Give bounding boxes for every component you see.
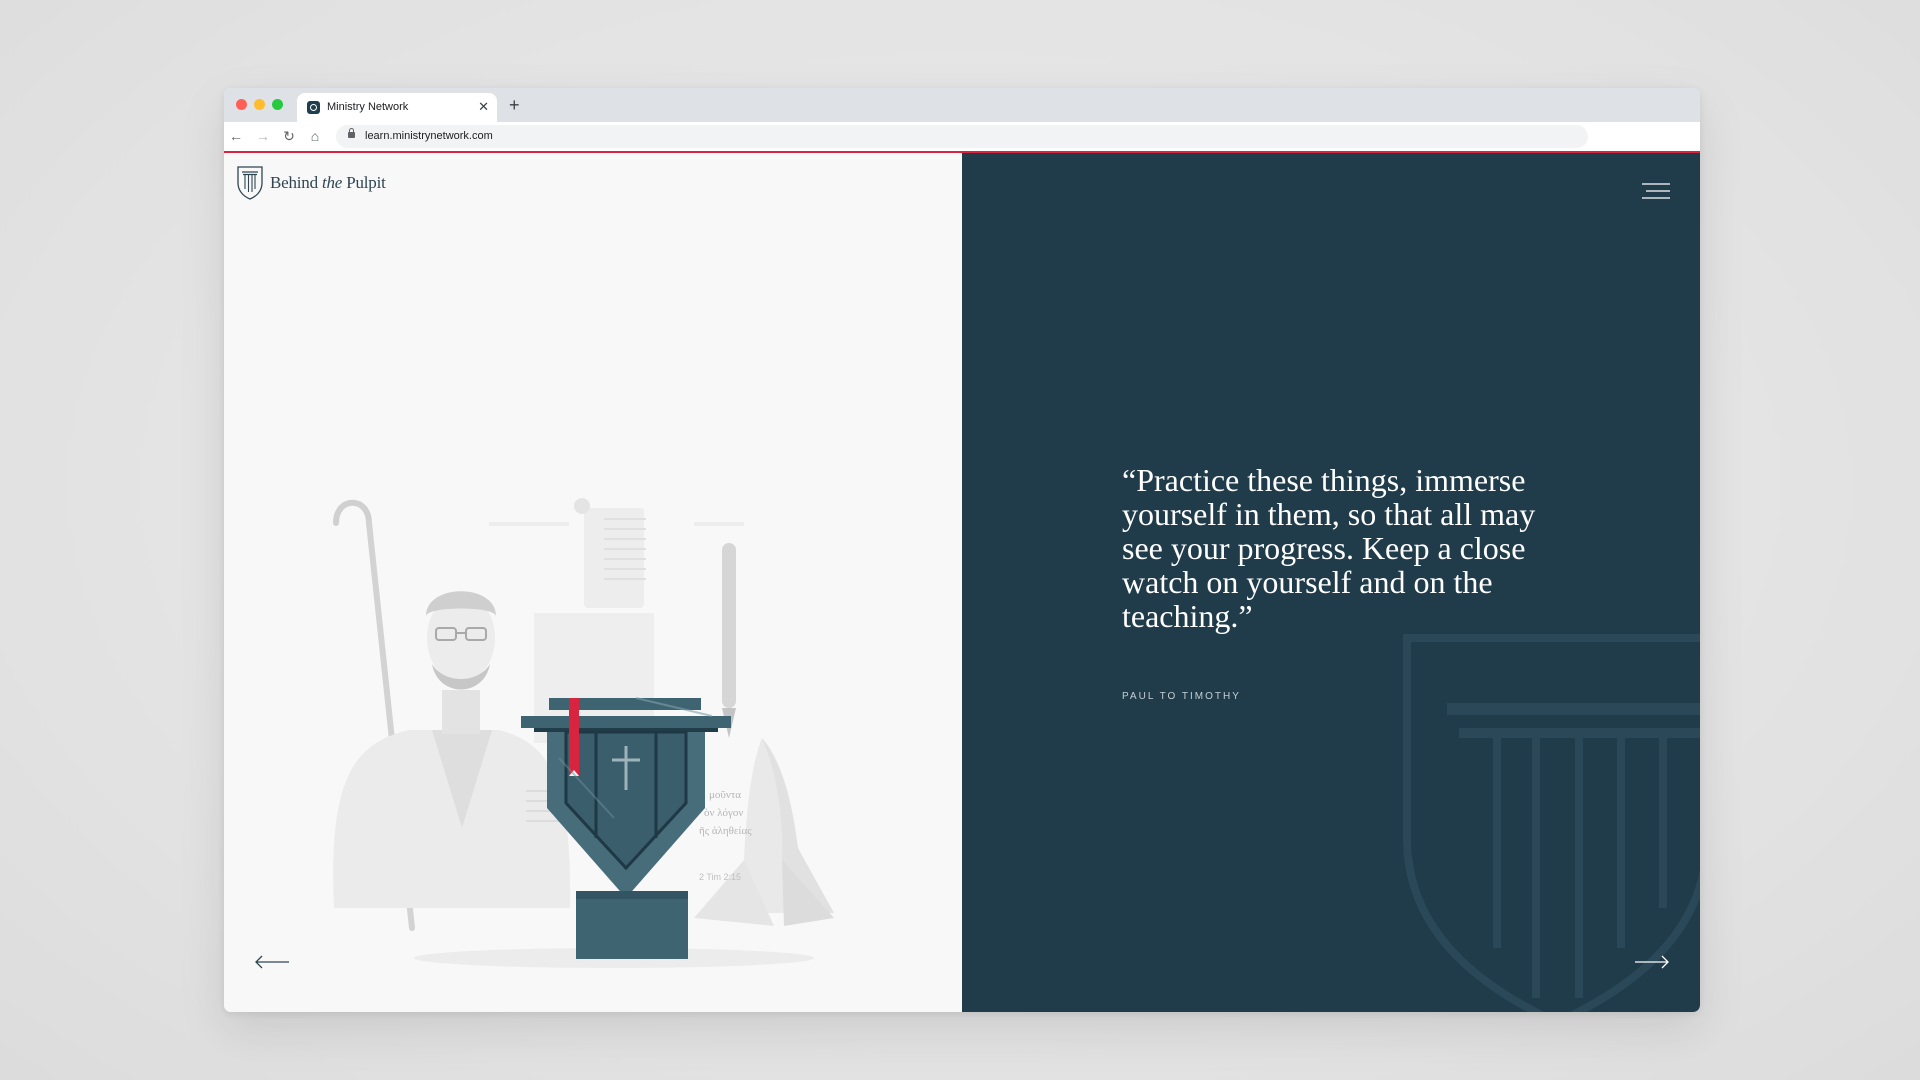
lock-icon[interactable]: [348, 128, 355, 138]
tab-bar: Ministry Network ✕ +: [224, 88, 1700, 122]
url-text[interactable]: learn.ministrynetwork.com: [365, 130, 493, 142]
pulpit-illustration: μοῦντα ὸν λόγον ῆς ἀληθείας 2 Tim 2:15: [333, 498, 834, 968]
favicon-icon: [307, 101, 320, 114]
quote-text: “Practice these things, immerse yourself…: [1122, 462, 1536, 634]
logo-text: Behind the Pulpit: [270, 173, 386, 192]
hamburger-menu-icon[interactable]: [1642, 183, 1670, 199]
browser-toolbar: ← → ↻ ⌂ learn.ministrynetwork.com: [224, 122, 1700, 152]
quote-attribution: PAUL TO TIMOTHY: [1122, 691, 1241, 702]
greek-text-line-3: ῆς ἀληθείας: [699, 825, 752, 837]
tab-title: Ministry Network: [327, 101, 409, 113]
back-icon[interactable]: ←: [228, 128, 244, 144]
fountain-pen-icon: [722, 543, 736, 738]
reload-icon[interactable]: ↻: [281, 128, 297, 144]
previous-arrow-icon[interactable]: [254, 955, 290, 969]
quote-panel: “Practice these things, immerse yourself…: [962, 153, 1700, 1012]
web-page: Behind the Pulpit μοῦντα ὸν λόγον ῆς ἀλη…: [224, 153, 1700, 1012]
browser-window: Ministry Network ✕ + ← → ↻ ⌂ learn.minis…: [224, 88, 1700, 1012]
close-icon[interactable]: ✕: [478, 99, 489, 115]
address-bar[interactable]: learn.ministrynetwork.com: [336, 125, 1588, 148]
new-tab-button[interactable]: +: [509, 94, 520, 116]
window-maximize-button[interactable]: [272, 99, 283, 110]
verse-reference: 2 Tim 2:15: [699, 872, 741, 882]
window-close-button[interactable]: [236, 99, 247, 110]
window-minimize-button[interactable]: [254, 99, 265, 110]
illustration-panel: Behind the Pulpit μοῦντα ὸν λόγον ῆς ἀλη…: [224, 153, 962, 1012]
greek-text-line-2: ὸν λόγον: [704, 807, 743, 819]
greek-text-line-1: μοῦντα: [709, 789, 741, 801]
shield-logo-icon: [237, 166, 263, 200]
next-arrow-icon[interactable]: [1634, 955, 1670, 969]
forward-icon[interactable]: →: [255, 128, 271, 144]
tab-ministry-network[interactable]: Ministry Network ✕: [297, 93, 497, 122]
home-icon[interactable]: ⌂: [307, 128, 323, 144]
